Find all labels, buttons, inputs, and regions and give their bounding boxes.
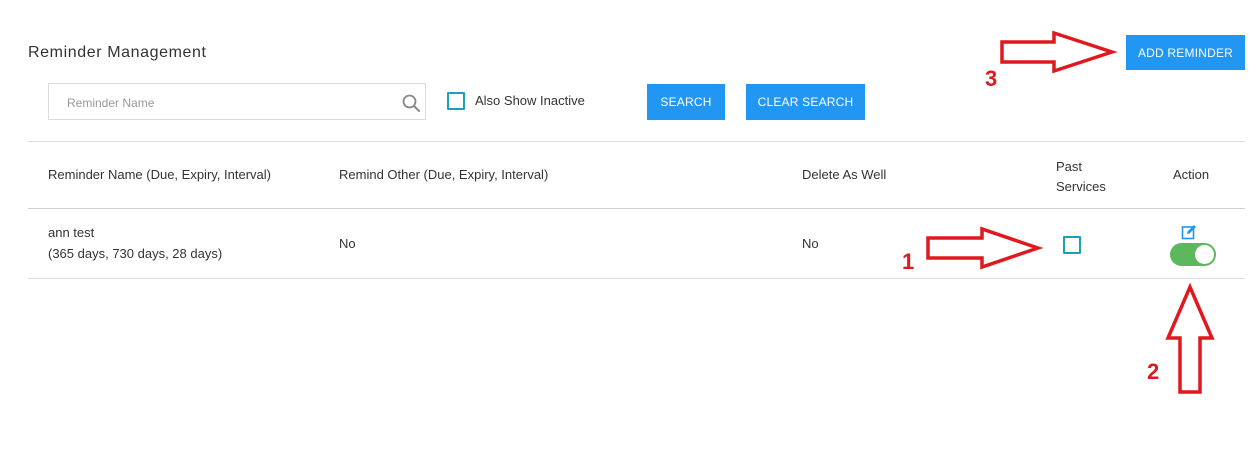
toggle-knob	[1195, 245, 1214, 264]
column-header-remind-other: Remind Other (Due, Expiry, Interval)	[339, 167, 549, 182]
reminder-details: (365 days, 730 days, 28 days)	[48, 246, 223, 261]
reminder-name: ann test	[48, 225, 95, 240]
annotation-arrow-up-2	[1165, 282, 1215, 394]
past-services-checkbox[interactable]	[1063, 236, 1081, 254]
search-button[interactable]: SEARCH	[647, 84, 725, 120]
clear-search-button[interactable]: CLEAR SEARCH	[746, 84, 865, 120]
column-header-action: Action	[1173, 167, 1210, 182]
column-header-reminder-name: Reminder Name (Due, Expiry, Interval)	[48, 167, 271, 182]
column-header-past-services: Past Services	[1056, 159, 1106, 194]
search-icon[interactable]	[401, 93, 421, 113]
active-toggle[interactable]	[1170, 243, 1216, 266]
annotation-label-3: 3	[985, 66, 998, 91]
delete-as-well-value: No	[802, 236, 819, 251]
column-header-delete-as-well: Delete As Well	[802, 167, 887, 182]
reminder-name-search-input[interactable]	[65, 84, 399, 121]
add-reminder-button[interactable]: ADD REMINDER	[1126, 35, 1245, 70]
table-row-divider	[28, 278, 1245, 279]
page-title: Reminder Management	[28, 44, 207, 61]
annotation-label-2: 2	[1147, 359, 1160, 384]
also-show-inactive-label: Also Show Inactive	[475, 93, 585, 108]
table-header-divider	[28, 208, 1245, 209]
search-box	[48, 83, 426, 121]
annotation-arrow-right-1	[926, 226, 1044, 270]
edit-icon[interactable]	[1181, 224, 1197, 240]
annotation-label-1: 1	[902, 249, 915, 274]
annotation-arrow-right-3	[1000, 30, 1118, 74]
also-show-inactive-checkbox[interactable]	[447, 92, 465, 110]
remind-other-value: No	[339, 236, 356, 251]
table-top-divider	[28, 141, 1245, 142]
